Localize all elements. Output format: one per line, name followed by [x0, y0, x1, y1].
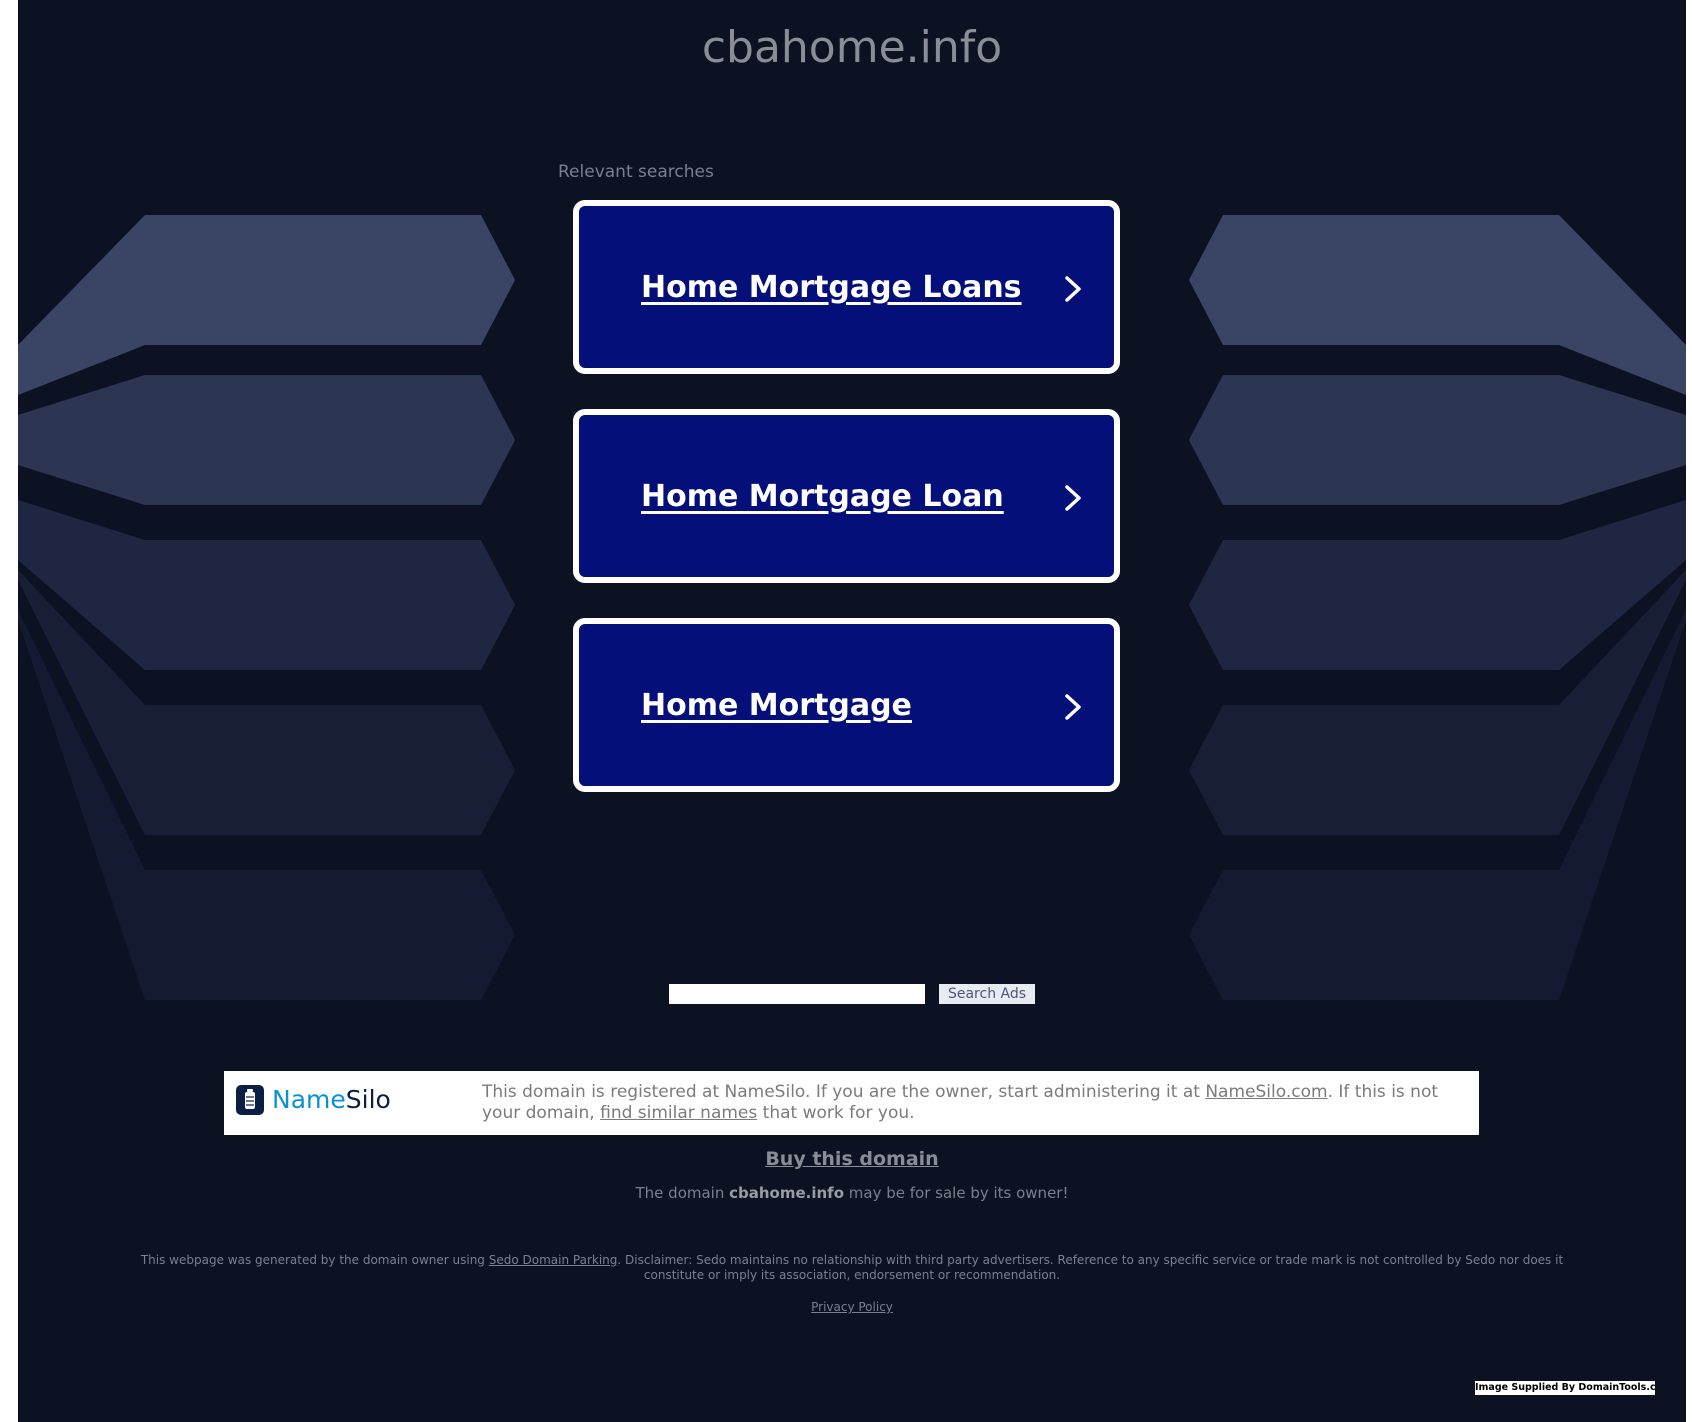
registrar-message: This domain is registered at NameSilo. I…	[482, 1082, 1462, 1124]
chevron-right-icon[interactable]	[1058, 692, 1088, 722]
relevant-searches-label: Relevant searches	[558, 162, 714, 182]
namesilo-logo-text: NameSilo	[272, 1085, 391, 1115]
search-input[interactable]	[669, 984, 925, 1004]
chevron-right-icon[interactable]	[1058, 483, 1088, 513]
disclaimer: This webpage was generated by the domain…	[118, 1253, 1586, 1283]
privacy-section: Privacy Policy	[18, 1300, 1686, 1314]
find-similar-names-link[interactable]: find similar names	[600, 1103, 757, 1123]
search-result-home-mortgage-loans[interactable]: Home Mortgage Loans	[573, 200, 1120, 374]
buy-domain-link[interactable]: Buy this domain	[765, 1148, 938, 1170]
right-decor	[1189, 215, 1686, 1000]
logo-name-part: Name	[272, 1085, 346, 1114]
sale-domain: cbahome.info	[729, 1184, 845, 1202]
logo-silo-part: Silo	[345, 1085, 391, 1114]
buy-domain-section: Buy this domain	[18, 1148, 1686, 1170]
chevron-right-icon[interactable]	[1058, 274, 1088, 304]
sale-prefix: The domain	[635, 1184, 730, 1202]
search-ads-button[interactable]: Search Ads	[939, 984, 1035, 1004]
disclaimer-prefix: This webpage was generated by the domain…	[140, 1253, 489, 1267]
registrar-text-before: This domain is registered at NameSilo. I…	[482, 1082, 1206, 1102]
search-result-label[interactable]: Home Mortgage	[641, 688, 912, 723]
search-result-home-mortgage[interactable]: Home Mortgage	[573, 618, 1120, 792]
left-decor	[18, 215, 515, 1000]
namesilo-logo-icon	[236, 1085, 264, 1115]
sedo-domain-parking-link[interactable]: Sedo Domain Parking	[489, 1253, 618, 1267]
registrar-banner: NameSilo This domain is registered at Na…	[224, 1071, 1479, 1135]
privacy-policy-link[interactable]: Privacy Policy	[811, 1300, 893, 1314]
domain-title: cbahome.info	[701, 22, 1003, 73]
search-result-label[interactable]: Home Mortgage Loans	[641, 270, 1022, 305]
search-result-label[interactable]: Home Mortgage Loan	[641, 479, 1004, 514]
search-result-home-mortgage-loan[interactable]: Home Mortgage Loan	[573, 409, 1120, 583]
parked-domain-page: cbahome.info Relevant searches Home Mort…	[18, 0, 1686, 1422]
image-credit-badge: Image Supplied By DomainTools.com	[1475, 1381, 1655, 1395]
disclaimer-suffix: . Disclaimer: Sedo maintains no relation…	[617, 1253, 1564, 1282]
sale-suffix: may be for sale by its owner!	[844, 1184, 1069, 1202]
sale-notice: The domain cbahome.info may be for sale …	[18, 1184, 1686, 1202]
namesilo-link[interactable]: NameSilo.com	[1205, 1082, 1327, 1102]
registrar-text-after: that work for you.	[757, 1103, 915, 1123]
